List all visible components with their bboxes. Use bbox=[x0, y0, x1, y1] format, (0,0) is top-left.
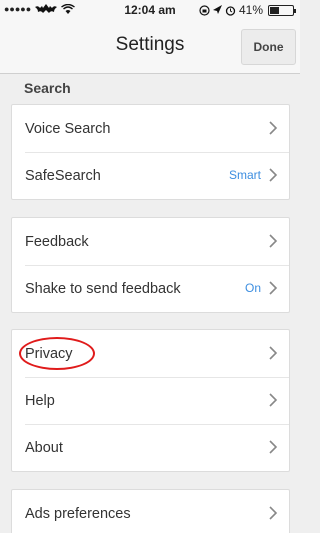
status-bar: ●●●●● 12:04 am 41% bbox=[0, 0, 300, 20]
location-icon bbox=[212, 4, 222, 14]
shake-feedback-value: On bbox=[244, 281, 261, 295]
help-row[interactable]: Help bbox=[12, 377, 289, 424]
section-header-search: Search bbox=[24, 80, 71, 96]
row-label: Feedback bbox=[25, 233, 89, 250]
chevron-right-icon bbox=[269, 281, 278, 295]
navigation-bar: Settings Done bbox=[0, 20, 300, 74]
chevron-right-icon bbox=[269, 506, 278, 520]
chevron-right-icon bbox=[269, 121, 278, 135]
search-settings-group: Voice Search SafeSearch Smart bbox=[11, 104, 290, 200]
chevron-right-icon bbox=[269, 393, 278, 407]
row-label: Privacy bbox=[25, 345, 73, 362]
battery-percent: 41% bbox=[238, 3, 263, 17]
row-label: Help bbox=[25, 392, 55, 409]
chevron-right-icon bbox=[269, 440, 278, 454]
done-button[interactable]: Done bbox=[241, 29, 296, 65]
status-right: 41% bbox=[199, 3, 296, 17]
feedback-settings-group: Feedback Shake to send feedback On bbox=[11, 217, 290, 313]
about-row[interactable]: About bbox=[12, 424, 289, 471]
voice-search-row[interactable]: Voice Search bbox=[12, 105, 289, 152]
ads-preferences-row[interactable]: Ads preferences bbox=[12, 490, 289, 533]
row-label: About bbox=[25, 439, 63, 456]
row-label: Shake to send feedback bbox=[25, 280, 181, 297]
feedback-row[interactable]: Feedback bbox=[12, 218, 289, 265]
chevron-right-icon bbox=[269, 346, 278, 360]
chevron-right-icon bbox=[269, 234, 278, 248]
safesearch-row[interactable]: SafeSearch Smart bbox=[12, 152, 289, 199]
row-label: Voice Search bbox=[25, 120, 111, 137]
orientation-lock-icon bbox=[199, 4, 210, 16]
safesearch-value: Smart bbox=[228, 168, 261, 182]
row-label: Ads preferences bbox=[25, 505, 131, 522]
ads-settings-group: Ads preferences bbox=[11, 489, 290, 533]
alarm-icon bbox=[225, 5, 236, 16]
battery-icon bbox=[268, 4, 296, 16]
shake-to-send-feedback-row[interactable]: Shake to send feedback On bbox=[12, 265, 289, 312]
privacy-row[interactable]: Privacy bbox=[12, 330, 289, 377]
info-settings-group: Privacy Help About bbox=[11, 329, 290, 472]
row-label: SafeSearch bbox=[25, 167, 101, 184]
chevron-right-icon bbox=[269, 168, 278, 182]
